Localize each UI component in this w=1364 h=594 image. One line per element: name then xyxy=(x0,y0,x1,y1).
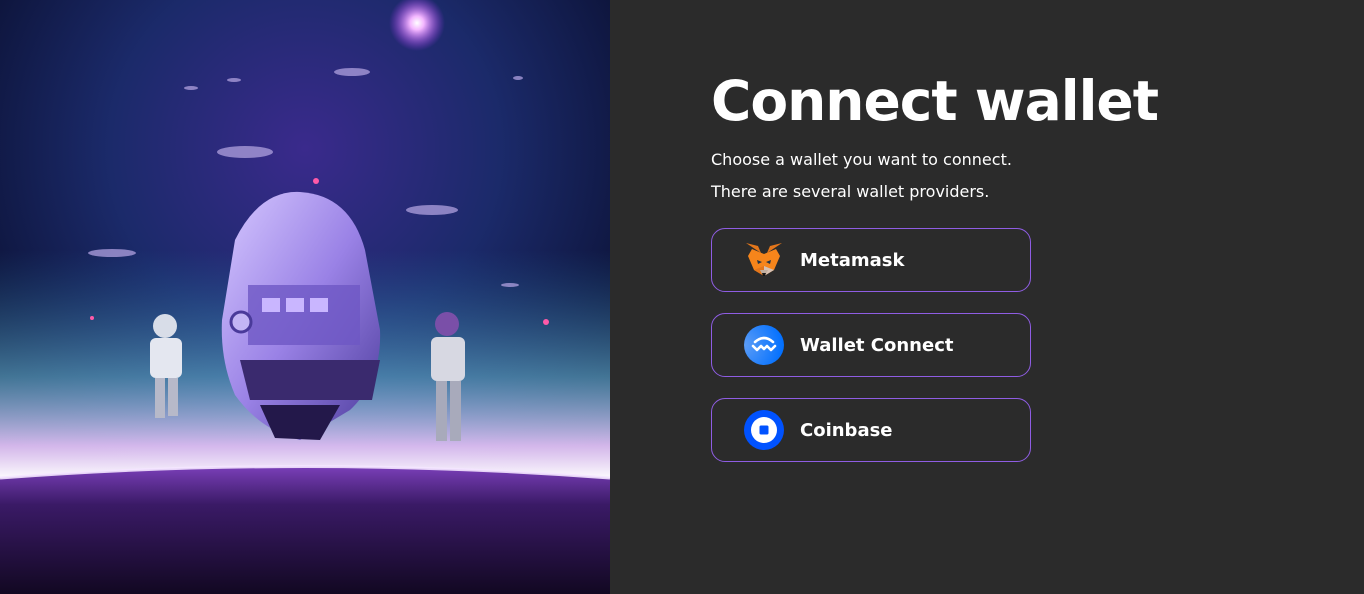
wallet-list: Metamask Wallet Connect Coinbase xyxy=(711,228,1181,462)
connect-wallet-page: Connect wallet Choose a wallet you want … xyxy=(0,0,1364,594)
page-subtitle: Choose a wallet you want to connect. The… xyxy=(711,150,1012,201)
hero-artwork xyxy=(0,0,610,594)
metamask-fox-icon xyxy=(744,240,784,280)
coinbase-button[interactable]: Coinbase xyxy=(711,398,1031,462)
walletconnect-label: Wallet Connect xyxy=(800,334,954,356)
metamask-label: Metamask xyxy=(800,249,905,271)
coinbase-icon xyxy=(744,410,784,450)
wallet-content: Connect wallet Choose a wallet you want … xyxy=(711,70,1181,483)
page-title: Connect wallet xyxy=(711,69,1159,133)
walletconnect-icon xyxy=(744,325,784,365)
metamask-button[interactable]: Metamask xyxy=(711,228,1031,292)
astronauts-spaceship-icon xyxy=(0,0,610,594)
wallet-panel: Connect wallet Choose a wallet you want … xyxy=(610,0,1364,594)
coinbase-label: Coinbase xyxy=(800,419,893,441)
walletconnect-button[interactable]: Wallet Connect xyxy=(711,313,1031,377)
